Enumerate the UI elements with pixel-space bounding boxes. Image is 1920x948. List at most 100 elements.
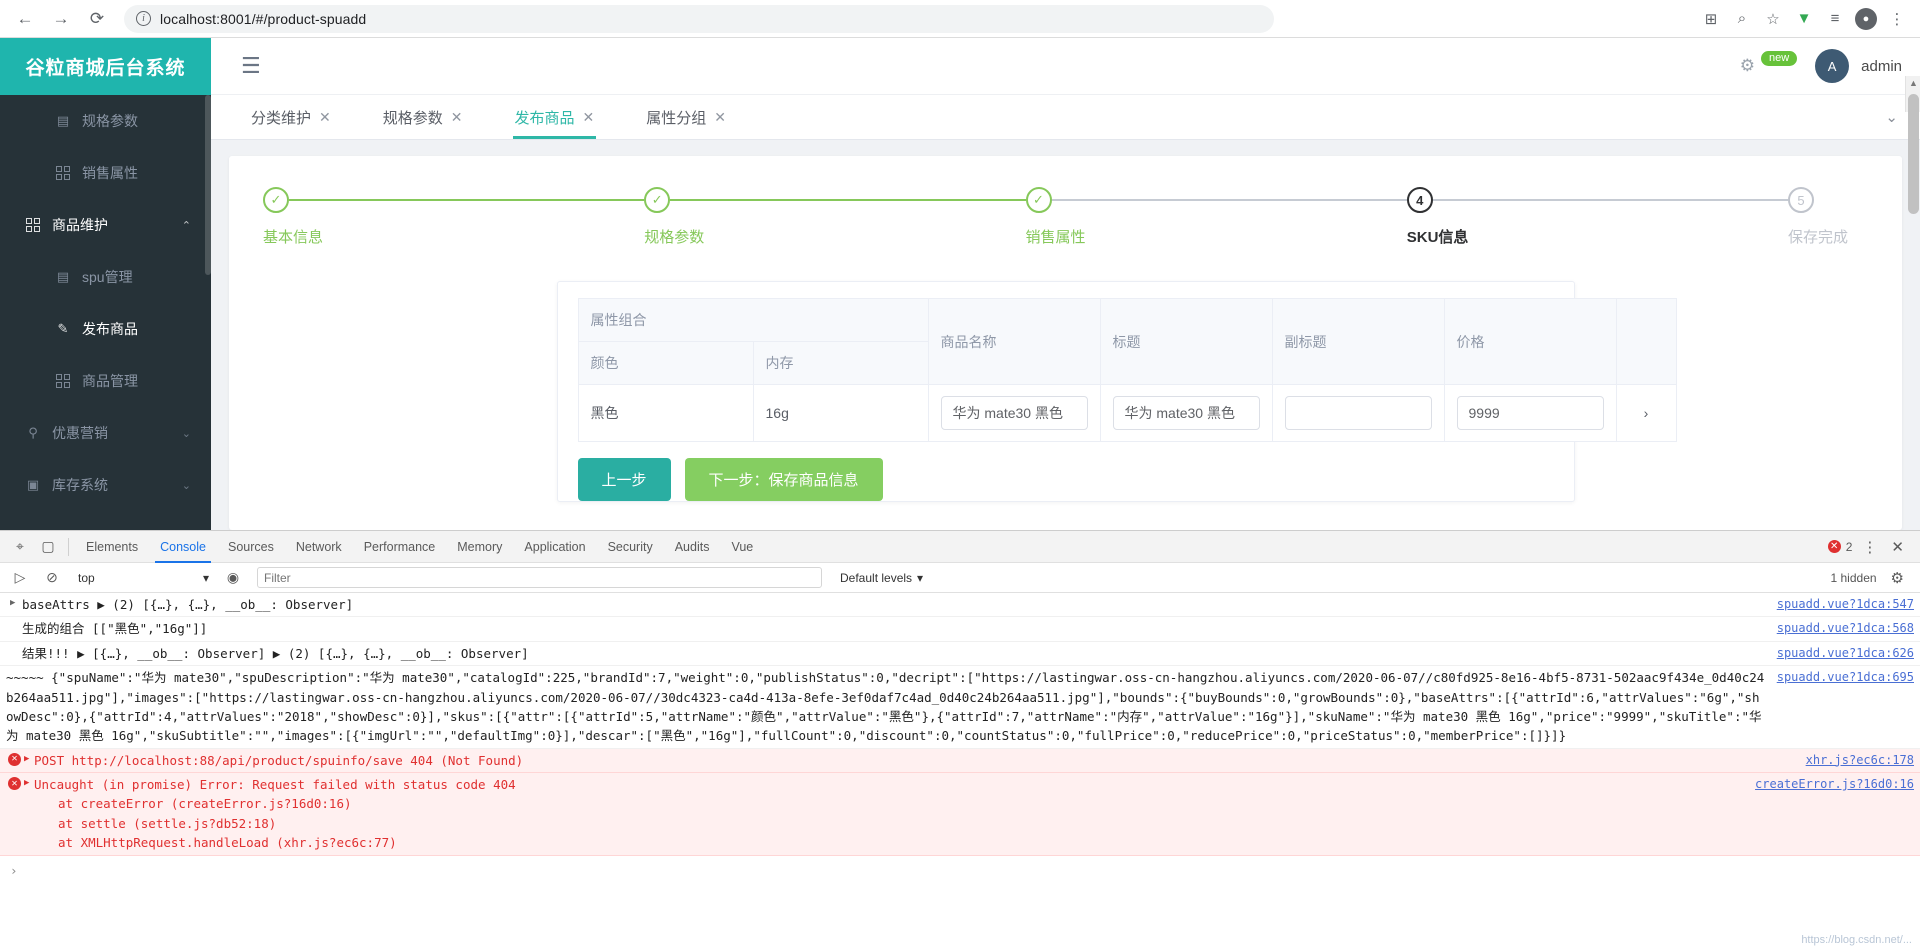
price-input[interactable] <box>1456 396 1604 430</box>
address-bar[interactable]: i localhost:8001/#/product-spuadd <box>124 4 1274 33</box>
step-marker: ✓ <box>263 187 289 213</box>
cell-product-name <box>927 384 1101 442</box>
list-icon[interactable]: ≡ <box>1824 8 1846 30</box>
console-message-source[interactable]: spuadd.vue?1dca:695 <box>1777 668 1914 687</box>
step-sale-attrs[interactable]: ✓ 销售属性 <box>1025 186 1407 247</box>
sidebar-item-publish-product[interactable]: ✎ 发布商品 <box>0 303 211 355</box>
sidebar-item-product-maintenance[interactable]: 商品维护 ⌃ <box>0 199 211 251</box>
close-icon[interactable]: ✕ <box>451 109 463 126</box>
expand-triangle-icon[interactable]: ▶ <box>24 753 29 767</box>
close-icon[interactable]: ✕ <box>714 109 726 126</box>
sidebar-item-sale-attrs[interactable]: 销售属性 <box>0 147 211 199</box>
console-message: 生成的组合 [["黑色","16g"]] spuadd.vue?1dca:568 <box>0 617 1920 642</box>
devtools-tab-console[interactable]: Console <box>149 531 217 563</box>
chevron-down-icon: ⌄ <box>181 427 191 440</box>
next-save-product-button[interactable]: 下一步：保存商品信息 <box>684 458 883 501</box>
divider <box>68 537 69 556</box>
devtools-tab-application[interactable]: Application <box>513 531 596 563</box>
console-message-text: Uncaught (in promise) Error: Request fai… <box>34 777 516 792</box>
log-levels-dropdown[interactable]: Default levels ▾ <box>840 571 923 585</box>
devtools-tab-performance[interactable]: Performance <box>353 531 447 563</box>
profile-icon[interactable]: ● <box>1855 7 1877 30</box>
devtools-tab-network[interactable]: Network <box>285 531 353 563</box>
download-icon[interactable]: ▼ <box>1793 8 1815 30</box>
tab-category-maintenance[interactable]: 分类维护 ✕ <box>225 95 357 139</box>
close-icon[interactable]: ✕ <box>583 109 595 126</box>
close-icon[interactable]: ✕ <box>319 109 331 126</box>
devtools-tab-elements[interactable]: Elements <box>75 531 149 563</box>
sidebar-item-marketing[interactable]: ⚲ 优惠营销 ⌄ <box>0 407 211 459</box>
devtools-more-icon[interactable]: ⋮ <box>1858 538 1881 556</box>
step-save-complete[interactable]: 5 保存完成 <box>1788 186 1868 247</box>
error-stack-frame[interactable]: at createError (createError.js?16d0:16) <box>34 794 1914 813</box>
tab-publish-product[interactable]: 发布商品 ✕ <box>489 95 621 139</box>
console-message-source[interactable]: spuadd.vue?1dca:626 <box>1777 644 1914 663</box>
search-icon[interactable]: ⌕ <box>1731 8 1753 30</box>
error-count-badge[interactable]: ✕ 2 <box>1827 540 1852 554</box>
username-label[interactable]: admin <box>1861 58 1902 75</box>
menu-icon[interactable]: ⋮ <box>1886 8 1908 30</box>
previous-step-button[interactable]: 上一步 <box>577 458 671 501</box>
console-sidebar-icon[interactable]: ▷ <box>6 565 34 591</box>
console-message: 结果!!! ▶ [{…}, __ob__: Observer] ▶ (2) [{… <box>0 642 1920 667</box>
sidebar-item-product-manage[interactable]: 商品管理 <box>0 355 211 407</box>
devtools-tab-sources[interactable]: Sources <box>217 531 285 563</box>
error-stack-frame[interactable]: at settle (settle.js?db52:18) <box>34 814 1914 833</box>
page-scrollbar-thumb[interactable] <box>1908 94 1919 214</box>
devtools-tab-security[interactable]: Security <box>597 531 664 563</box>
console-message-source[interactable]: spuadd.vue?1dca:568 <box>1777 619 1914 638</box>
watermark: https://blog.csdn.net/... <box>1801 934 1912 946</box>
page-scrollbar[interactable]: ▲ <box>1905 76 1920 214</box>
clear-console-icon[interactable]: ⊘ <box>38 565 66 591</box>
sidebar-item-spu-manage[interactable]: ▤ spu管理 <box>0 251 211 303</box>
reload-icon[interactable]: ⟳ <box>80 4 114 34</box>
site-info-icon[interactable]: i <box>136 11 151 26</box>
expand-triangle-icon[interactable]: ▶ <box>10 597 15 611</box>
cell-price <box>1443 384 1617 442</box>
devtools-tab-audits[interactable]: Audits <box>664 531 721 563</box>
devtools-close-icon[interactable]: ✕ <box>1887 538 1908 556</box>
bookmark-star-icon[interactable]: ☆ <box>1762 8 1784 30</box>
expand-triangle-icon[interactable]: ▶ <box>24 777 29 791</box>
step-basic-info[interactable]: ✓ 基本信息 <box>263 186 645 247</box>
step-label: 保存完成 <box>1788 229 1849 246</box>
back-icon[interactable]: ← <box>8 4 42 34</box>
forward-icon[interactable]: → <box>44 4 78 34</box>
tab-attribute-group[interactable]: 属性分组 ✕ <box>620 95 752 139</box>
live-expression-eye-icon[interactable]: ◉ <box>219 565 247 591</box>
sidebar-item-inventory[interactable]: ▣ 库存系统 ⌄ <box>0 459 211 511</box>
inspect-element-icon[interactable]: ⌖ <box>6 534 34 560</box>
error-stack-frame[interactable]: at XMLHttpRequest.handleLoad (xhr.js?ec6… <box>34 833 1914 852</box>
product-name-input[interactable] <box>940 396 1088 430</box>
console-prompt[interactable]: › <box>0 856 1920 878</box>
tab-spec-params[interactable]: 规格参数 ✕ <box>357 95 489 139</box>
box-icon: ▣ <box>26 477 40 492</box>
step-spec-params[interactable]: ✓ 规格参数 <box>644 186 1026 247</box>
browser-toolbar-icons: ⊞ ⌕ ☆ ▼ ≡ ● ⋮ <box>1700 7 1912 30</box>
console-message-source[interactable]: xhr.js?ec6c:178 <box>1806 751 1914 770</box>
row-expand-button[interactable]: › <box>1615 384 1677 442</box>
gear-icon[interactable]: ⚙ <box>1740 56 1755 76</box>
hidden-messages-label: 1 hidden <box>1830 570 1877 585</box>
step-marker: 5 <box>1788 187 1814 213</box>
console-message-source[interactable]: spuadd.vue?1dca:547 <box>1777 595 1914 614</box>
avatar[interactable]: A <box>1815 49 1850 83</box>
title-input[interactable] <box>1112 396 1260 430</box>
devtools-tab-memory[interactable]: Memory <box>446 531 513 563</box>
extensions-icon[interactable]: ⊞ <box>1700 8 1722 30</box>
devtools-tab-vue[interactable]: Vue <box>720 531 764 563</box>
execution-context-select[interactable]: top ▾ <box>70 567 215 589</box>
console-filter-input[interactable] <box>257 567 822 588</box>
page-content: ✓ 基本信息 ✓ 规格参数 ✓ 销售属性 4 SKU信息 5 保存完成 属性组合… <box>211 140 1920 530</box>
scroll-up-arrow-icon[interactable]: ▲ <box>1906 78 1920 88</box>
subtitle-input[interactable] <box>1284 396 1432 430</box>
devtools-panel: ⌖ ▢ Elements Console Sources Network Per… <box>0 530 1920 948</box>
console-message-source[interactable]: createError.js?16d0:16 <box>1755 775 1914 794</box>
step-sku-info[interactable]: 4 SKU信息 <box>1406 186 1788 247</box>
chevron-down-icon: ▾ <box>917 570 924 585</box>
device-toolbar-icon[interactable]: ▢ <box>34 534 62 560</box>
sku-table: 属性组合 商品名称 标题 副标题 价格 颜色 内存 黑色 16g 华为 mate… <box>577 298 1677 442</box>
settings-gear-icon[interactable]: ⚙ <box>1887 569 1908 587</box>
sidebar-item-specs[interactable]: ▤ 规格参数 <box>0 95 211 147</box>
hamburger-icon[interactable]: ☰ <box>241 53 261 79</box>
